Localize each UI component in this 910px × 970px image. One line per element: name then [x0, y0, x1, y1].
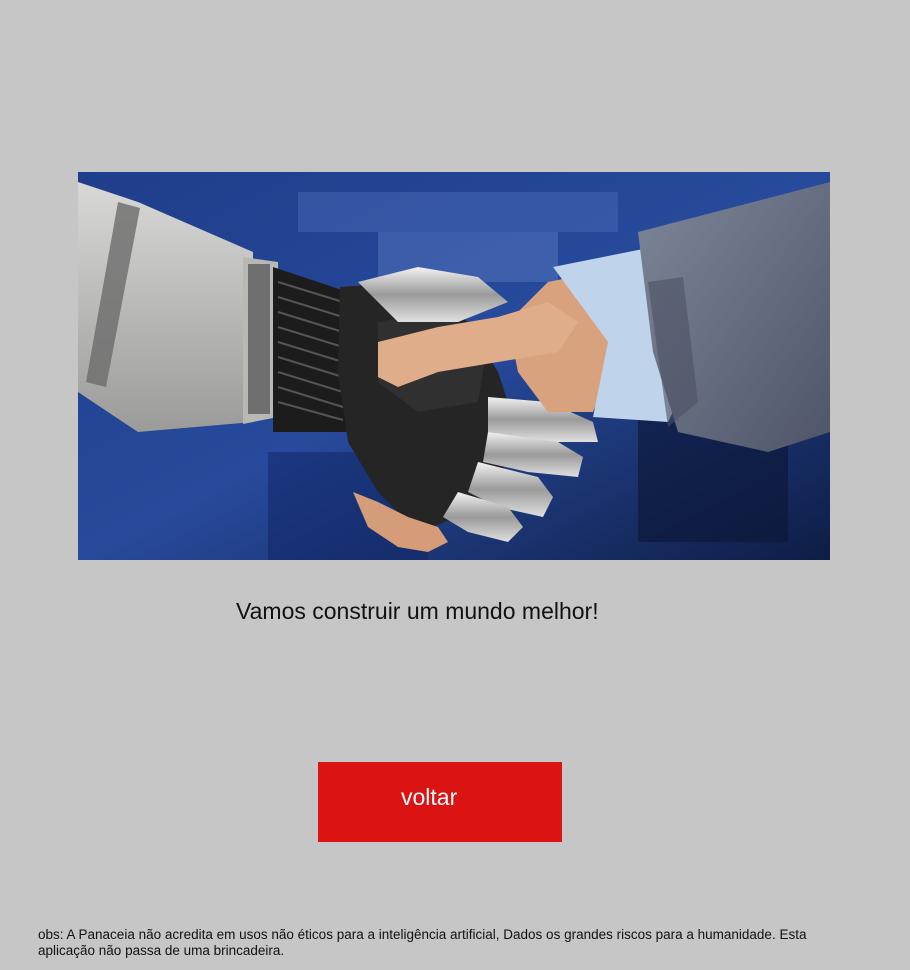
- back-button[interactable]: voltar: [318, 762, 562, 842]
- disclaimer-text: obs: A Panaceia não acredita em usos não…: [38, 927, 807, 958]
- handshake-illustration: [78, 172, 830, 560]
- hero-image-handshake: [78, 172, 830, 560]
- page-tagline: Vamos construir um mundo melhor!: [236, 598, 599, 624]
- back-button-label: voltar: [401, 784, 458, 810]
